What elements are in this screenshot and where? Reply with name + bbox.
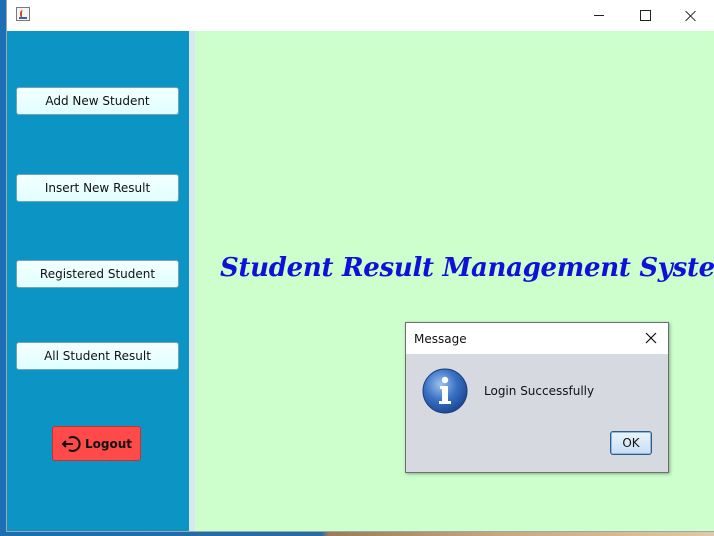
dialog-message: Login Successfully xyxy=(484,384,595,398)
message-dialog: Message Login Successfully OK xyxy=(405,322,669,473)
logout-icon xyxy=(61,435,81,452)
dialog-title: Message xyxy=(414,332,467,346)
ok-button[interactable]: OK xyxy=(610,431,652,455)
logout-label: Logout xyxy=(84,436,132,451)
maximize-icon xyxy=(639,10,651,21)
window-titlebar[interactable] xyxy=(7,0,714,31)
page-title: Student Result Management System xyxy=(220,253,714,283)
sidebar: Add New Student Insert New Result Regist… xyxy=(7,31,189,531)
minimize-icon xyxy=(594,15,604,16)
close-icon xyxy=(645,332,657,344)
insert-new-result-button[interactable]: Insert New Result xyxy=(16,174,179,202)
dialog-titlebar[interactable]: Message xyxy=(406,323,668,354)
registered-student-button[interactable]: Registered Student xyxy=(16,260,179,288)
minimize-button[interactable] xyxy=(576,0,622,31)
info-icon xyxy=(422,368,468,414)
dialog-close-button[interactable] xyxy=(640,328,662,348)
close-button[interactable] xyxy=(668,0,714,31)
maximize-button[interactable] xyxy=(622,0,668,31)
close-icon xyxy=(685,10,697,22)
java-app-icon xyxy=(16,7,30,21)
all-student-result-button[interactable]: All Student Result xyxy=(16,342,179,370)
logout-button[interactable]: Logout xyxy=(52,426,141,461)
add-new-student-button[interactable]: Add New Student xyxy=(16,87,179,115)
